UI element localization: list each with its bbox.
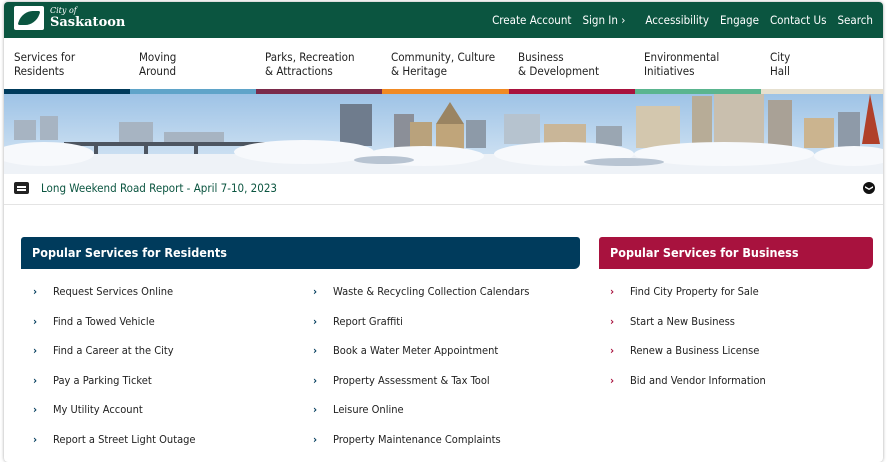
chevron-right-icon: ›	[313, 344, 318, 357]
service-link-label: My Utility Account	[53, 403, 143, 416]
service-link-label: Leisure Online	[333, 403, 404, 416]
service-link-label: Report Graffiti	[333, 315, 403, 328]
chevron-right-icon: ›	[33, 344, 38, 357]
service-link[interactable]: › Find a Towed Vehicle	[33, 315, 155, 328]
nav-item-label-line2: & Attractions	[265, 64, 333, 78]
nav-item-label-line1: Moving	[139, 50, 177, 64]
nav-item-label-line1: Services for	[14, 50, 76, 64]
nav-item-business-development[interactable]: Business & Development	[509, 38, 635, 94]
nav-item-label-line1: Environmental	[644, 50, 720, 64]
chevron-right-icon: ›	[33, 403, 38, 416]
service-link-label: Renew a Business License	[630, 344, 760, 357]
chevron-right-icon: ›	[610, 374, 615, 387]
contact-us-link[interactable]: Contact Us	[770, 13, 827, 27]
service-link[interactable]: › Waste & Recycling Collection Calendars	[313, 285, 529, 298]
nav-item-label-line2: Residents	[14, 64, 65, 78]
nav-item-label-line1: Parks, Recreation	[265, 50, 355, 64]
accessibility-link[interactable]: Accessibility	[645, 13, 709, 27]
service-link[interactable]: › Book a Water Meter Appointment	[313, 344, 498, 357]
nav-item-environmental-initiatives[interactable]: Environmental Initiatives	[635, 38, 761, 94]
nav-item-label-line2: Hall	[770, 64, 790, 78]
service-link[interactable]: › Renew a Business License	[610, 344, 759, 357]
nav-item-label-line2: & Development	[518, 64, 600, 78]
chevron-right-icon: ›	[313, 315, 318, 328]
service-link[interactable]: › Bid and Vendor Information	[610, 374, 766, 387]
service-link[interactable]: › Start a New Business	[610, 315, 735, 328]
hero-skyline-banner	[4, 94, 883, 174]
search-link[interactable]: Search	[837, 13, 873, 27]
chevron-right-icon: ›	[313, 285, 318, 298]
residents-panel-title: Popular Services for Residents	[32, 245, 227, 260]
nav-item-city-hall[interactable]: City Hall	[761, 38, 883, 94]
service-link-label: Book a Water Meter Appointment	[333, 344, 499, 357]
business-panel-header: Popular Services for Business	[599, 237, 873, 269]
service-link[interactable]: › Pay a Parking Ticket	[33, 374, 152, 387]
nav-item-label-line1: City	[770, 50, 791, 64]
service-link[interactable]: › Find City Property for Sale	[610, 285, 759, 298]
alert-text[interactable]: Long Weekend Road Report - April 7-10, 2…	[41, 181, 277, 195]
road-report-alert[interactable]: Long Weekend Road Report - April 7-10, 2…	[4, 174, 883, 205]
service-link[interactable]: › Report Graffiti	[313, 315, 403, 328]
residents-panel-header: Popular Services for Residents	[21, 237, 580, 269]
service-link[interactable]: › Find a Career at the City	[33, 344, 174, 357]
chevron-right-icon: ›	[313, 403, 318, 416]
service-link-label: Bid and Vendor Information	[630, 374, 766, 387]
service-link-label: Property Maintenance Complaints	[333, 433, 501, 446]
chevron-right-icon: ›	[610, 315, 615, 328]
engage-link[interactable]: Engage	[720, 13, 759, 27]
city-logo-icon	[14, 6, 44, 30]
nav-item-community-culture[interactable]: Community, Culture & Heritage	[382, 38, 509, 94]
logo-name-text: Saskatoon	[50, 15, 126, 30]
service-link-label: Property Assessment & Tax Tool	[333, 374, 490, 387]
nav-item-label-line2: Around	[139, 64, 177, 78]
chevron-right-icon: ›	[33, 285, 38, 298]
chevron-right-icon: ›	[610, 344, 615, 357]
chevron-right-icon: ›	[33, 374, 38, 387]
nav-item-label-line2: & Heritage	[391, 64, 447, 78]
service-link-label: Find City Property for Sale	[630, 285, 759, 298]
nav-item-label-line2: Initiatives	[644, 64, 695, 78]
winter-skyline-image	[4, 94, 883, 174]
main-navigation: Services for Residents Moving Around Par…	[4, 38, 883, 94]
service-link-label: Waste & Recycling Collection Calendars	[333, 285, 530, 298]
nav-item-services-for-residents[interactable]: Services for Residents	[4, 38, 130, 94]
nav-item-parks-recreation[interactable]: Parks, Recreation & Attractions	[256, 38, 382, 94]
service-link-label: Report a Street Light Outage	[53, 433, 196, 446]
chevron-right-icon: ›	[610, 285, 615, 298]
chevron-right-icon: ›	[33, 315, 38, 328]
nav-item-label-line1: Business	[518, 50, 564, 64]
utility-links: Create Account Sign In › Accessibility E…	[481, 13, 873, 27]
service-link[interactable]: › Leisure Online	[313, 403, 404, 416]
chevron-right-icon: ›	[33, 433, 38, 446]
business-panel-title: Popular Services for Business	[610, 245, 799, 260]
service-link-label: Pay a Parking Ticket	[53, 374, 152, 387]
browser-viewport: City of Saskatoon Create Account Sign In…	[4, 2, 883, 462]
service-link[interactable]: › Report a Street Light Outage	[33, 433, 196, 446]
create-account-link[interactable]: Create Account	[492, 13, 571, 27]
service-link-label: Request Services Online	[53, 285, 174, 298]
top-bar: City of Saskatoon Create Account Sign In…	[4, 2, 883, 38]
chevron-down-icon[interactable]: ❯	[863, 182, 875, 194]
service-link[interactable]: › My Utility Account	[33, 403, 143, 416]
service-link[interactable]: › Request Services Online	[33, 285, 173, 298]
service-link[interactable]: › Property Assessment & Tax Tool	[313, 374, 490, 387]
nav-item-label-line1: Community, Culture	[391, 50, 496, 64]
service-link-label: Find a Career at the City	[53, 344, 174, 357]
logo-city-text: City of	[50, 6, 77, 15]
sign-in-link[interactable]: Sign In ›	[582, 13, 625, 27]
nav-item-moving-around[interactable]: Moving Around	[130, 38, 256, 94]
service-link-label: Start a New Business	[630, 315, 735, 328]
chevron-right-icon: ›	[313, 433, 318, 446]
newspaper-icon	[14, 182, 29, 194]
service-link[interactable]: › Property Maintenance Complaints	[313, 433, 501, 446]
service-link-label: Find a Towed Vehicle	[53, 315, 155, 328]
chevron-right-icon: ›	[313, 374, 318, 387]
city-logo[interactable]: City of Saskatoon	[14, 6, 125, 30]
